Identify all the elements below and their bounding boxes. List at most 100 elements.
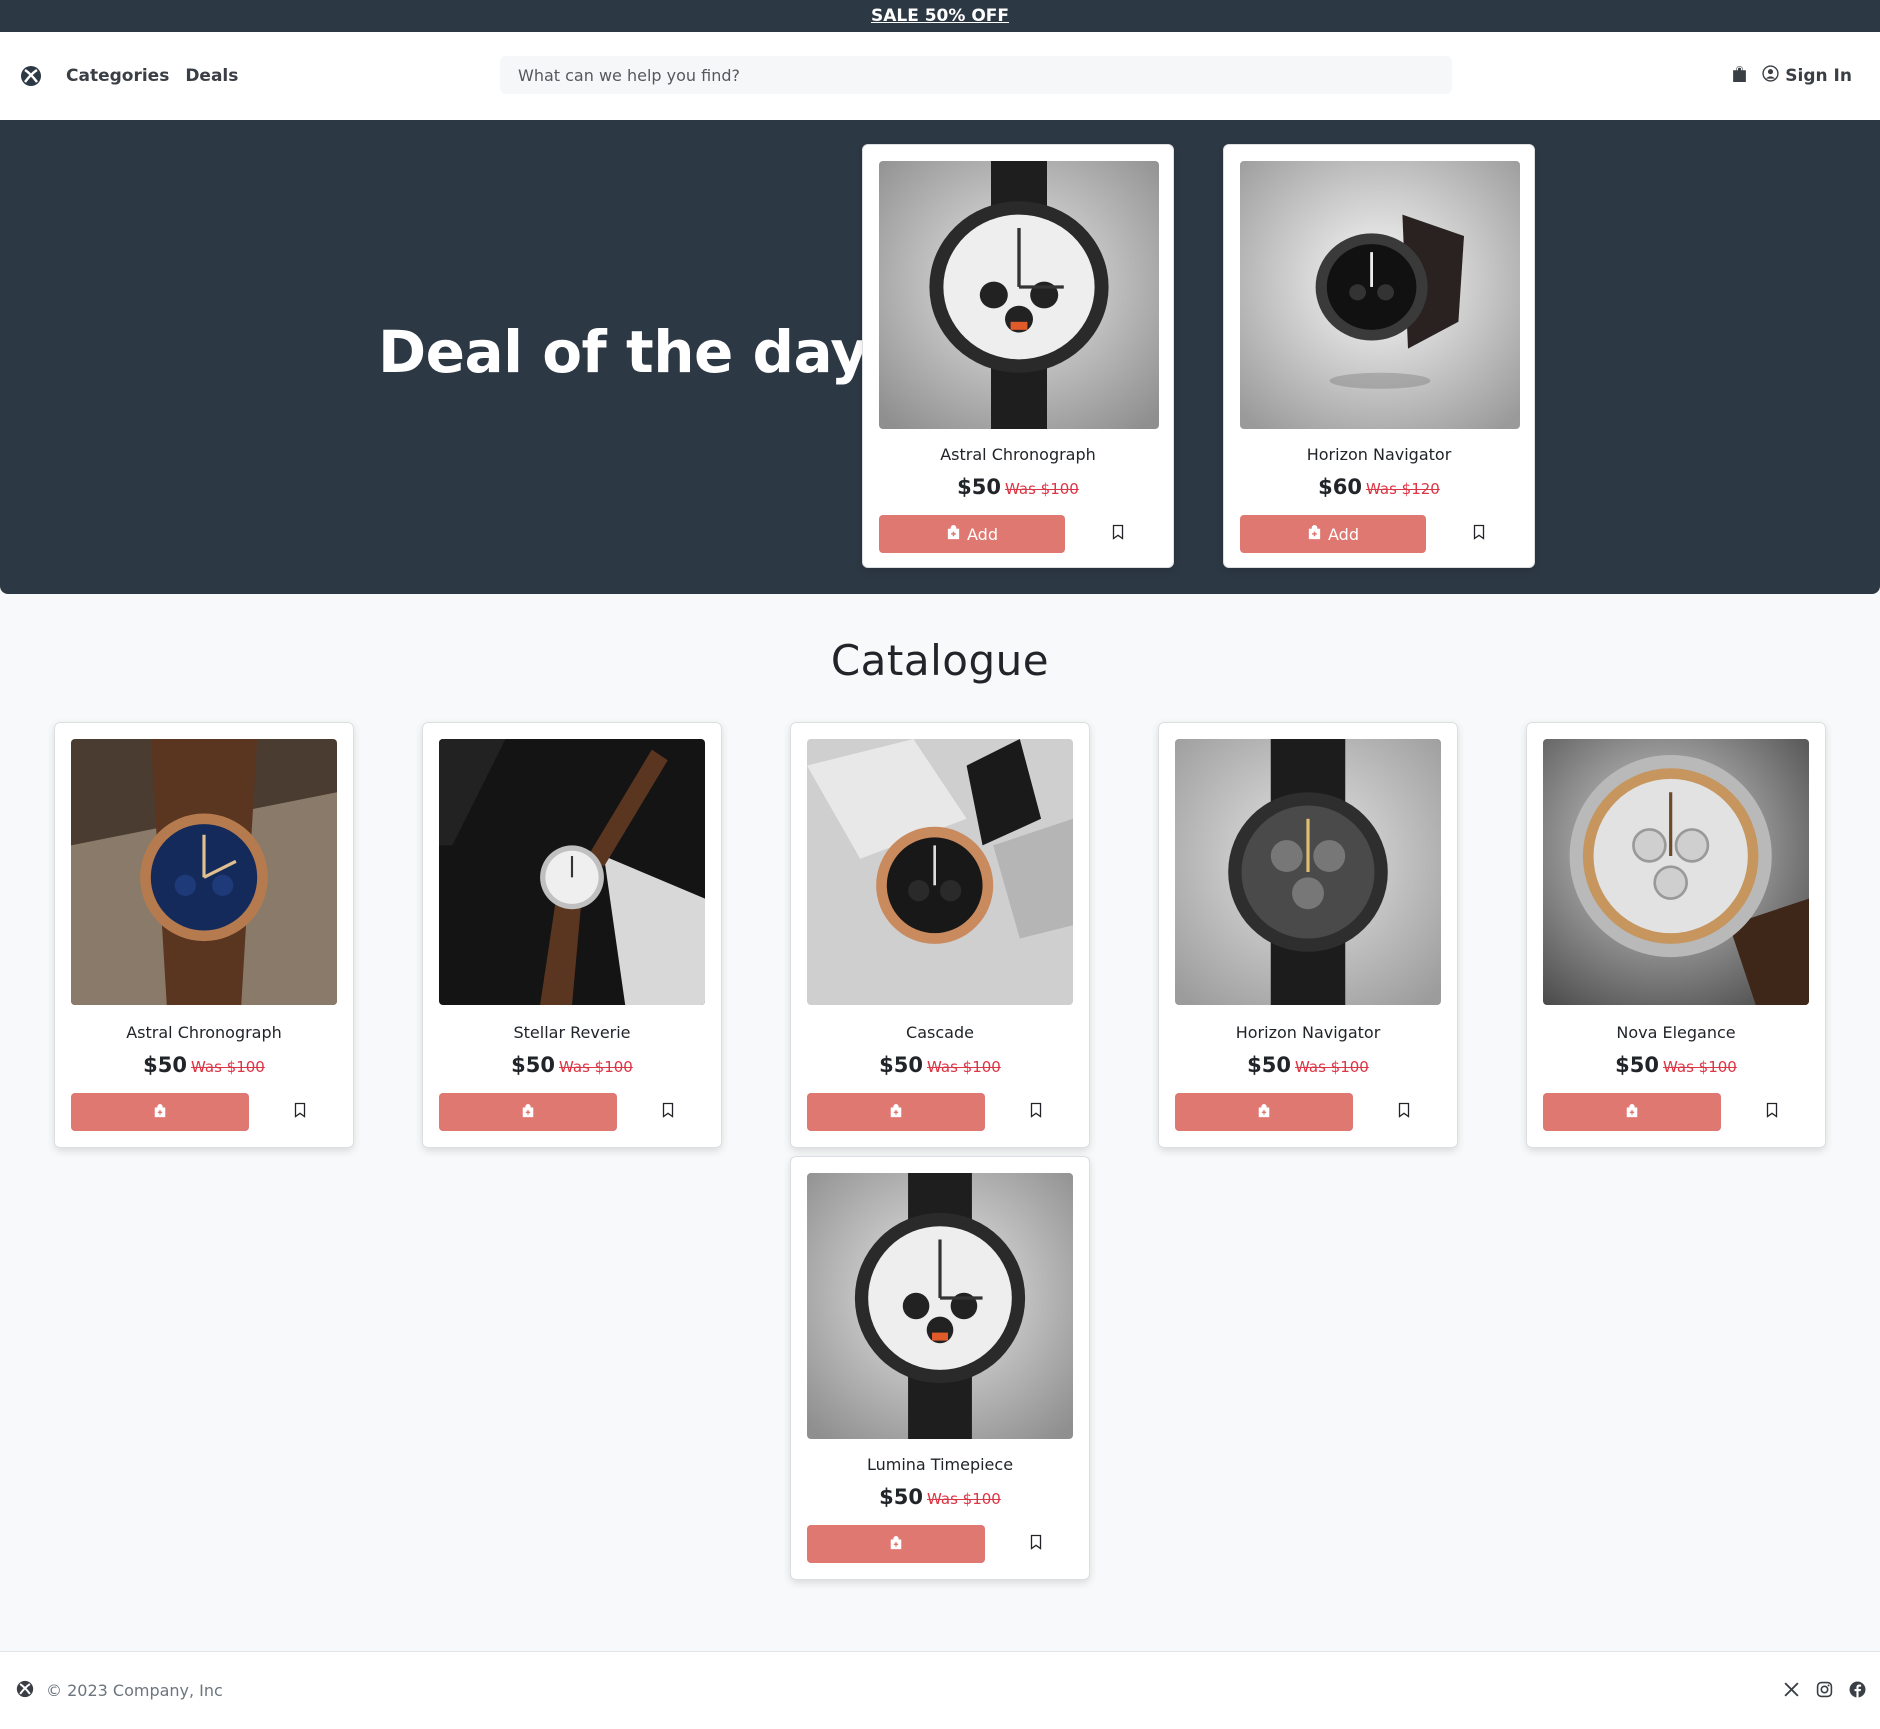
product-price: $50 Was $100 <box>55 1053 353 1077</box>
nav-right: Sign In <box>1731 32 1852 120</box>
catalogue-product-card[interactable]: Lumina Timepiece $50 Was $100 <box>790 1156 1090 1580</box>
product-price: $50 Was $100 <box>1527 1053 1825 1077</box>
hero-title: Deal of the day <box>378 318 868 386</box>
product-price: $50 Was $100 <box>791 1485 1089 1509</box>
xbox-logo-icon[interactable] <box>16 1680 38 1702</box>
product-price: $50 Was $100 <box>791 1053 1089 1077</box>
was-price: Was $100 <box>191 1058 265 1076</box>
bookmark-button[interactable] <box>1385 1093 1423 1131</box>
product-name: Astral Chronograph <box>126 1023 282 1042</box>
add-to-cart-button[interactable] <box>439 1093 617 1131</box>
was-price: Was $100 <box>1005 480 1079 498</box>
product-name: Astral Chronograph <box>940 445 1096 464</box>
product-image[interactable] <box>1543 739 1809 1005</box>
bag-plus-icon <box>153 1103 167 1122</box>
add-to-cart-button[interactable] <box>807 1093 985 1131</box>
sign-in-label: Sign In <box>1785 66 1852 86</box>
bookmark-button[interactable] <box>1017 1525 1055 1563</box>
catalogue-product-card[interactable]: Astral Chronograph $50 Was $100 <box>54 722 354 1148</box>
product-image[interactable] <box>1175 739 1441 1005</box>
current-price: $60 <box>1318 475 1362 499</box>
was-price: Was $100 <box>1295 1058 1369 1076</box>
bag-plus-icon <box>889 1535 903 1554</box>
facebook-icon[interactable] <box>1849 1681 1866 1702</box>
product-price: $50 Was $100 <box>863 475 1173 499</box>
product-name: Lumina Timepiece <box>866 1455 1014 1474</box>
add-to-cart-button[interactable] <box>807 1525 985 1563</box>
bookmark-icon <box>1028 1534 1044 1554</box>
product-name: Cascade <box>906 1023 974 1042</box>
add-to-cart-button[interactable] <box>1543 1093 1721 1131</box>
catalogue-product-card[interactable]: Cascade $50 Was $100 <box>790 722 1090 1148</box>
bag-plus-icon <box>1625 1103 1639 1122</box>
bookmark-button[interactable] <box>1753 1093 1791 1131</box>
nav-link-deals[interactable]: Deals <box>185 66 238 86</box>
deal-of-the-day-hero: Deal of the day Astral Chronograph $50 Wa… <box>0 120 1880 594</box>
hero-product-card[interactable]: Astral Chronograph $50 Was $100 Add <box>862 144 1174 568</box>
product-price: $50 Was $100 <box>423 1053 721 1077</box>
was-price: Was $100 <box>559 1058 633 1076</box>
catalogue-title: Catalogue <box>830 636 1050 685</box>
bag-plus-icon <box>889 1103 903 1122</box>
add-label: Add <box>967 524 998 544</box>
product-name: Horizon Navigator <box>1306 445 1452 464</box>
sign-in-button[interactable]: Sign In <box>1762 65 1852 87</box>
announcement-bar: SALE 50% OFF <box>0 0 1880 32</box>
bookmark-button[interactable] <box>1017 1093 1055 1131</box>
copyright-text: © 2023 Company, Inc <box>46 1681 223 1700</box>
product-name: Horizon Navigator <box>1235 1023 1381 1042</box>
xbox-logo-icon[interactable] <box>20 65 42 87</box>
current-price: $50 <box>1615 1053 1659 1077</box>
bookmark-button[interactable] <box>1099 515 1137 553</box>
current-price: $50 <box>879 1053 923 1077</box>
add-to-cart-button[interactable] <box>71 1093 249 1131</box>
was-price: Was $100 <box>927 1490 1001 1508</box>
catalogue-product-card[interactable]: Stellar Reverie $50 Was $100 <box>422 722 722 1148</box>
footer: © 2023 Company, Inc <box>0 1651 1880 1729</box>
was-price: Was $100 <box>1663 1058 1737 1076</box>
product-image[interactable] <box>879 161 1159 429</box>
bookmark-button[interactable] <box>1460 515 1498 553</box>
add-to-cart-button[interactable]: Add <box>879 515 1065 553</box>
product-image[interactable] <box>439 739 705 1005</box>
product-price: $60 Was $120 <box>1224 475 1534 499</box>
bookmark-icon <box>1110 524 1126 544</box>
bookmark-button[interactable] <box>649 1093 687 1131</box>
bag-plus-icon <box>1257 1103 1271 1122</box>
bookmark-icon <box>1396 1102 1412 1122</box>
sale-link[interactable]: SALE 50% OFF <box>871 6 1009 26</box>
shopping-bag-icon[interactable] <box>1731 65 1748 87</box>
catalogue-product-card[interactable]: Horizon Navigator $50 Was $100 <box>1158 722 1458 1148</box>
current-price: $50 <box>879 1485 923 1509</box>
add-to-cart-button[interactable] <box>1175 1093 1353 1131</box>
nav-link-categories[interactable]: Categories <box>66 66 169 86</box>
bag-plus-icon <box>946 524 961 544</box>
bookmark-icon <box>1471 524 1487 544</box>
current-price: $50 <box>957 475 1001 499</box>
current-price: $50 <box>143 1053 187 1077</box>
person-circle-icon <box>1762 65 1779 87</box>
product-name: Stellar Reverie <box>513 1023 631 1042</box>
catalogue-product-card[interactable]: Nova Elegance $50 Was $100 <box>1526 722 1826 1148</box>
instagram-icon[interactable] <box>1816 1681 1833 1702</box>
bookmark-icon <box>292 1102 308 1122</box>
bag-plus-icon <box>521 1103 535 1122</box>
bookmark-icon <box>1764 1102 1780 1122</box>
product-image[interactable] <box>1240 161 1520 429</box>
current-price: $50 <box>511 1053 555 1077</box>
product-price: $50 Was $100 <box>1159 1053 1457 1077</box>
was-price: Was $120 <box>1366 480 1440 498</box>
add-to-cart-button[interactable]: Add <box>1240 515 1426 553</box>
search-input[interactable]: What can we help you find? <box>500 56 1452 94</box>
top-navigation: Categories Deals What can we help you fi… <box>0 32 1880 120</box>
product-name: Nova Elegance <box>1616 1023 1736 1042</box>
product-image[interactable] <box>807 1173 1073 1439</box>
x-twitter-icon[interactable] <box>1783 1681 1800 1702</box>
hero-product-card[interactable]: Horizon Navigator $60 Was $120 Add <box>1223 144 1535 568</box>
product-image[interactable] <box>807 739 1073 1005</box>
bag-plus-icon <box>1307 524 1322 544</box>
bookmark-button[interactable] <box>281 1093 319 1131</box>
product-image[interactable] <box>71 739 337 1005</box>
bookmark-icon <box>660 1102 676 1122</box>
bookmark-icon <box>1028 1102 1044 1122</box>
